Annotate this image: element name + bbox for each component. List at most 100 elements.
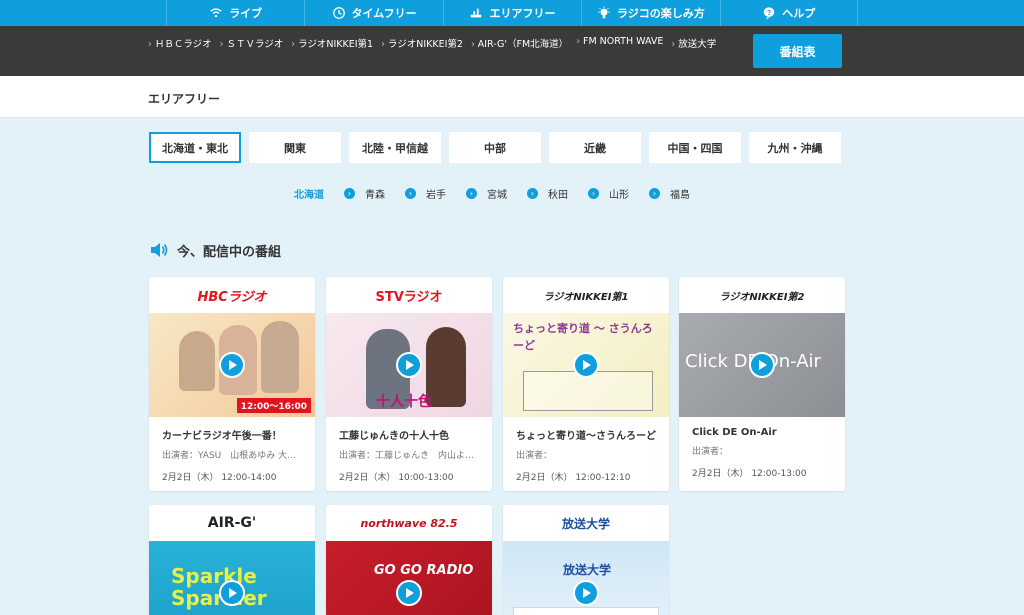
- nav-live-label: ライブ: [229, 7, 263, 20]
- station-link-housou[interactable]: 放送大学: [671, 36, 716, 50]
- page-title: エリアフリー: [148, 92, 221, 106]
- program-cast: 出演者：: [516, 451, 553, 461]
- pref-label: 秋田: [548, 190, 568, 201]
- program-thumbnail: Click DE On-Air: [679, 313, 845, 417]
- pref-hokkaido[interactable]: 北海道: [294, 186, 324, 201]
- program-card[interactable]: 放送大学 放送大学: [503, 505, 669, 615]
- program-guide-button[interactable]: 番組表: [753, 34, 842, 68]
- station-link-nikkei1[interactable]: ラジオNIKKEI第1: [291, 36, 373, 50]
- pref-miyagi[interactable]: › 宮城: [466, 186, 507, 201]
- station-logo-text: northwave 82.5: [360, 516, 458, 530]
- program-time: 2月2日（木） 10:00-13:00: [339, 473, 454, 483]
- svg-text:?: ?: [767, 10, 771, 17]
- program-card[interactable]: northwave 82.5 GO GO RADIO: [326, 505, 492, 615]
- nav-help[interactable]: ? ヘルプ: [719, 0, 858, 26]
- region-tab-kyushu-okinawa[interactable]: 九州・沖縄: [749, 132, 841, 163]
- region-tab-chugoku-shikoku[interactable]: 中国・四国: [649, 132, 741, 163]
- program-thumbnail: GO GO RADIO: [326, 541, 492, 615]
- pref-akita[interactable]: › 秋田: [527, 186, 568, 201]
- program-card[interactable]: AIR-G' Sparkle Sparkler: [149, 505, 315, 615]
- section-title: 今、配信中の番組: [149, 240, 281, 260]
- pref-label: 北海道: [294, 190, 324, 201]
- program-thumbnail: 12:00〜16:00: [149, 313, 315, 417]
- play-button[interactable]: [396, 352, 422, 378]
- region-tab-kanto[interactable]: 関東: [249, 132, 341, 163]
- speaker-icon: [151, 243, 168, 257]
- wifi-icon: [210, 8, 222, 18]
- station-link-stv[interactable]: ＳＴＶラジオ: [220, 36, 283, 50]
- station-logo: northwave 82.5: [326, 505, 492, 541]
- pref-label: 岩手: [426, 190, 446, 201]
- station-bar: ＨＢＣラジオ ＳＴＶラジオ ラジオNIKKEI第1 ラジオNIKKEI第2 AI…: [0, 26, 1024, 76]
- station-logo-text: AIR-G': [207, 515, 257, 531]
- program-card[interactable]: ラジオNIKKEI第2 Click DE On-Air Click DE On-…: [679, 277, 845, 491]
- pref-label: 宮城: [487, 190, 507, 201]
- pref-iwate[interactable]: › 岩手: [405, 186, 446, 201]
- top-nav: ライブ タイムフリー エリアフリー ラジコの楽しみ方 ? ヘルプ: [0, 0, 1024, 26]
- thumbnail-caption: ちょっと寄り道 〜 さうんろーど: [513, 322, 653, 352]
- station-logo-text: 放送大学: [561, 516, 610, 531]
- play-button[interactable]: [219, 352, 245, 378]
- thumbnail-caption: 12:00〜16:00: [236, 398, 311, 413]
- region-tab-hokkaido-tohoku[interactable]: 北海道・東北: [149, 132, 241, 163]
- play-button[interactable]: [396, 580, 422, 606]
- prefecture-list: 北海道 › 青森 › 岩手 › 宮城 › 秋田 › 山形 › 福島: [294, 186, 690, 201]
- lightbulb-icon: [598, 6, 610, 19]
- station-logo: ラジオNIKKEI第1: [503, 277, 669, 313]
- program-thumbnail: Sparkle Sparkler: [149, 541, 315, 615]
- program-thumbnail: 十人十色: [326, 313, 492, 417]
- play-button[interactable]: [573, 580, 599, 606]
- region-tab-kinki[interactable]: 近畿: [549, 132, 641, 163]
- program-cast: 出演者：工藤じゅんき 内山よ…: [339, 451, 475, 461]
- program-thumbnail: 放送大学: [503, 541, 669, 615]
- play-button[interactable]: [573, 352, 599, 378]
- pref-label: 青森: [365, 190, 385, 201]
- nav-areafree-label: エリアフリー: [489, 7, 556, 20]
- station-link-airg[interactable]: AIR-G'（FM北海道）: [471, 36, 568, 50]
- station-link-hbc[interactable]: ＨＢＣラジオ: [148, 36, 212, 50]
- pref-aomori[interactable]: › 青森: [344, 186, 385, 201]
- region-tabs: 北海道・東北 関東 北陸・甲信越 中部 近畿 中国・四国 九州・沖縄: [149, 132, 841, 163]
- chevron-right-icon: ›: [527, 188, 538, 199]
- nav-timefree[interactable]: タイムフリー: [304, 0, 442, 26]
- program-time: 2月2日（木） 12:00-14:00: [162, 473, 277, 483]
- chevron-right-icon: ›: [466, 188, 477, 199]
- thumbnail-caption: 十人十色: [376, 394, 432, 410]
- pref-yamagata[interactable]: › 山形: [588, 186, 629, 201]
- chevron-right-icon: ›: [405, 188, 416, 199]
- program-card[interactable]: STVラジオ 十人十色 工藤じゅんきの十人十色 出演者：工藤じゅんき 内山よ… …: [326, 277, 492, 491]
- program-title: 工藤じゅんきの十人十色: [339, 431, 449, 442]
- nav-areafree[interactable]: エリアフリー: [442, 0, 581, 26]
- program-card[interactable]: ラジオNIKKEI第1 ちょっと寄り道 〜 さうんろーど ちょっと寄り道〜さうん…: [503, 277, 669, 491]
- station-logo: AIR-G': [149, 505, 315, 541]
- pref-label: 山形: [609, 190, 629, 201]
- program-title: Click DE On-Air: [692, 427, 777, 438]
- nav-howto[interactable]: ラジコの楽しみ方: [581, 0, 719, 26]
- station-logo-text: STVラジオ: [375, 289, 443, 305]
- clock-icon: [332, 7, 345, 19]
- program-title: カーナビラジオ午後一番！: [162, 431, 282, 442]
- chevron-right-icon: ›: [344, 188, 355, 199]
- program-card[interactable]: HBCラジオ 12:00〜16:00 カーナビラジオ午後一番！ 出演者：YASU…: [149, 277, 315, 491]
- play-button[interactable]: [219, 580, 245, 606]
- station-logo-text: ラジオNIKKEI第2: [719, 291, 805, 303]
- station-logo: HBCラジオ: [149, 277, 315, 313]
- program-cast: 出演者：YASU 山根あゆみ 大…: [162, 451, 297, 461]
- pref-fukushima[interactable]: › 福島: [649, 186, 690, 201]
- station-link-northwave[interactable]: FM NORTH WAVE: [576, 36, 663, 50]
- station-logo-text: HBCラジオ: [197, 289, 267, 305]
- thumbnail-caption: 放送大学: [563, 563, 612, 577]
- nav-help-label: ヘルプ: [782, 7, 816, 20]
- play-button[interactable]: [749, 352, 775, 378]
- nav-live[interactable]: ライブ: [166, 0, 304, 26]
- station-link-nikkei2[interactable]: ラジオNIKKEI第2: [381, 36, 463, 50]
- chevron-right-icon: ›: [649, 188, 660, 199]
- thumbnail-caption: GO GO RADIO: [374, 563, 474, 578]
- station-logo: 放送大学: [503, 505, 669, 541]
- section-title-text: 今、配信中の番組: [177, 244, 282, 260]
- location-icon: [471, 8, 482, 18]
- region-tab-hokuriku[interactable]: 北陸・甲信越: [349, 132, 441, 163]
- help-icon: ?: [764, 7, 775, 20]
- region-tab-chubu[interactable]: 中部: [449, 132, 541, 163]
- station-logo: ラジオNIKKEI第2: [679, 277, 845, 313]
